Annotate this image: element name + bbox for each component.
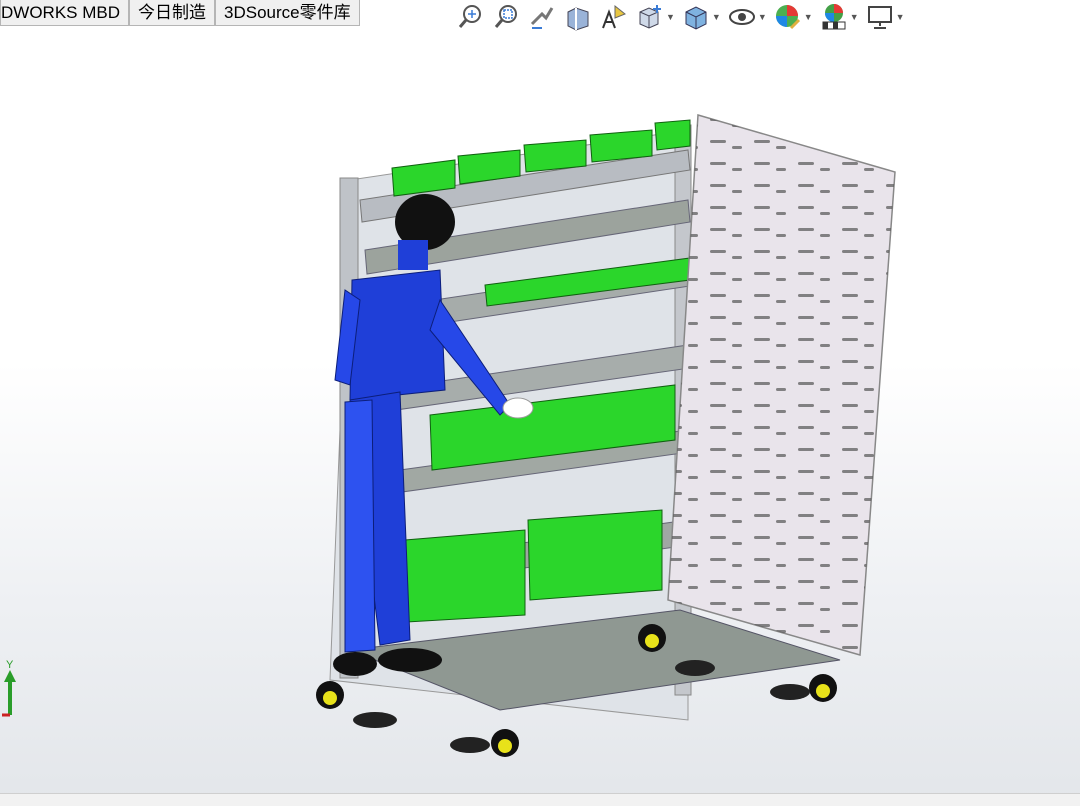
edit-appearance-icon <box>775 5 800 30</box>
chevron-down-icon[interactable]: ▼ <box>666 12 675 22</box>
command-manager-tabs: DWORKS MBD 今日制造 3DSource零件库 <box>0 0 360 26</box>
tab-jinri-zhizao[interactable]: 今日制造 <box>129 0 215 26</box>
tab-3dsource-library[interactable]: 3DSource零件库 <box>215 0 360 26</box>
section-view-icon <box>567 7 589 31</box>
chevron-down-icon[interactable]: ▼ <box>896 12 905 22</box>
reference-triad: Y <box>2 659 16 717</box>
chevron-down-icon[interactable]: ▼ <box>804 12 813 22</box>
zoom-to-area-button[interactable] <box>491 2 521 32</box>
chevron-down-icon[interactable]: ▼ <box>712 12 721 22</box>
bottom-border <box>0 793 1080 806</box>
graphics-area[interactable]: Y <box>0 34 1080 794</box>
display-style-icon <box>685 6 707 30</box>
previous-view-button[interactable] <box>527 2 557 32</box>
tab-solidworks-mbd[interactable]: DWORKS MBD <box>0 0 129 26</box>
view-orientation-icon <box>639 5 661 29</box>
zoom-to-fit-button[interactable] <box>455 2 485 32</box>
heads-up-view-toolbar: ▼ ▼ ▼ ▼ ▼ ▼ <box>455 0 911 34</box>
zoom-to-fit-icon <box>458 5 481 28</box>
triad-y-label: Y <box>6 659 14 671</box>
section-view-button[interactable] <box>563 2 593 32</box>
edit-appearance-button[interactable]: ▼ <box>773 2 813 32</box>
chevron-down-icon[interactable]: ▼ <box>850 12 859 22</box>
apply-scene-icon <box>822 4 846 30</box>
dynamic-annotation-icon <box>602 4 626 29</box>
zoom-to-area-icon <box>494 5 517 28</box>
side-panel <box>667 114 896 656</box>
view-settings-icon <box>867 6 892 29</box>
display-style-button[interactable]: ▼ <box>681 2 721 32</box>
chevron-down-icon[interactable]: ▼ <box>758 12 767 22</box>
hide-show-items-button[interactable]: ▼ <box>727 2 767 32</box>
previous-view-icon <box>530 7 554 29</box>
view-settings-button[interactable]: ▼ <box>865 2 905 32</box>
view-orientation-button[interactable]: ▼ <box>635 2 675 32</box>
dynamic-annotation-button[interactable] <box>599 2 629 32</box>
hide-show-items-icon <box>728 9 755 25</box>
apply-scene-button[interactable]: ▼ <box>819 2 859 32</box>
